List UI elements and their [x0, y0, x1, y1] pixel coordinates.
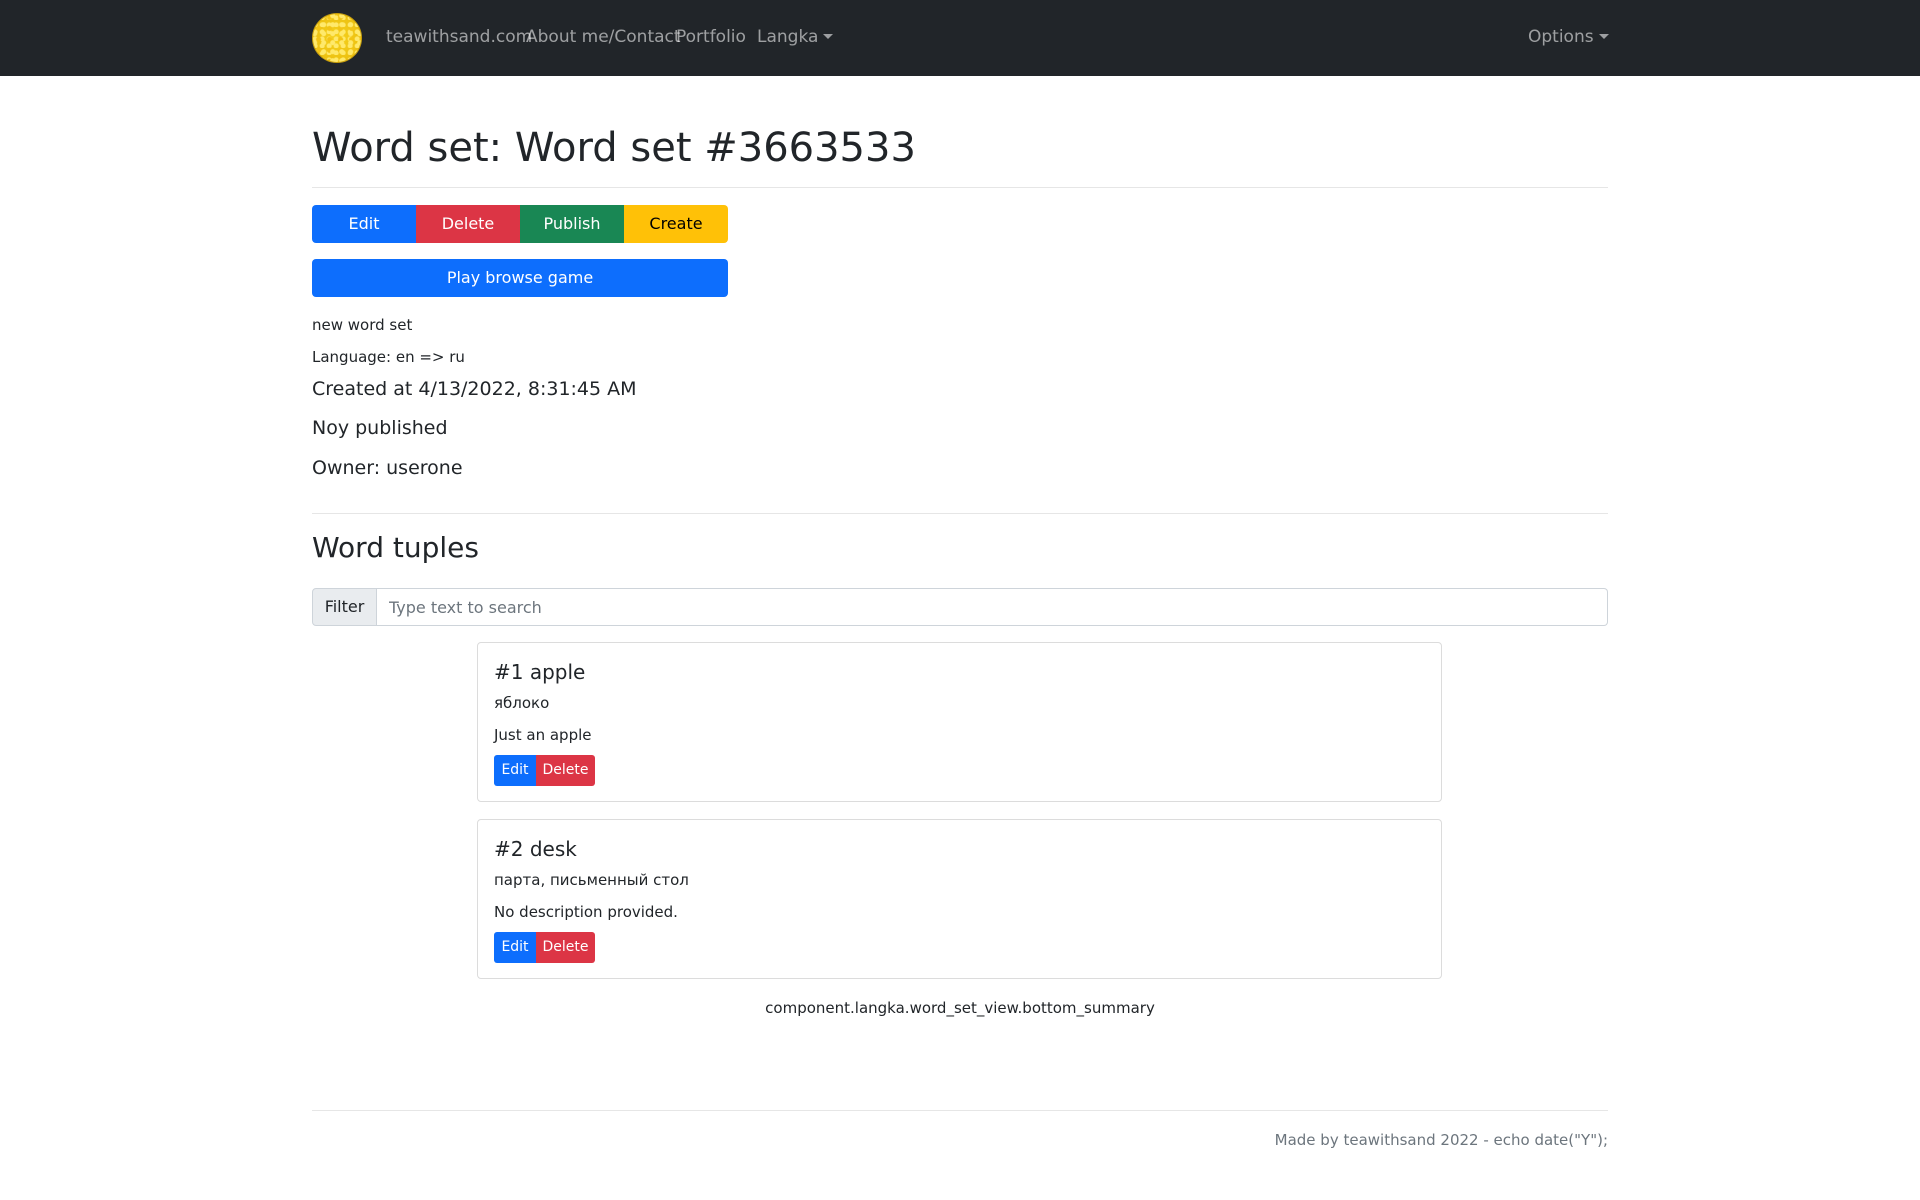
- top-navbar: teawithsand.com About me/Contact Portfol…: [0, 0, 1920, 76]
- word-set-created-at: Created at 4/13/2022, 8:31:45 AM: [312, 378, 637, 400]
- title-divider: [312, 187, 1608, 188]
- caret-down-icon: [1598, 34, 1609, 39]
- word-set-publish-status: Noy published: [312, 417, 448, 439]
- nav-dropdown-options-label: Options: [1528, 27, 1594, 47]
- word-set-owner: Owner: userone: [312, 457, 463, 479]
- word-tuples-heading: Word tuples: [312, 531, 479, 564]
- word-tuple-edit-button[interactable]: Edit: [494, 755, 536, 786]
- footer-divider: [312, 1110, 1608, 1111]
- word-tuple-description: No description provided.: [494, 903, 678, 921]
- nav-link-portfolio[interactable]: Portfolio: [676, 27, 746, 47]
- filter-search-input[interactable]: [377, 588, 1608, 626]
- edit-button[interactable]: Edit: [312, 205, 416, 243]
- word-tuple-edit-button[interactable]: Edit: [494, 932, 536, 963]
- word-tuple-card: #1 apple яблоко Just an apple Edit Delet…: [477, 642, 1442, 802]
- footer-text: Made by teawithsand 2022 - echo date("Y"…: [1274, 1131, 1608, 1149]
- filter-input-group: Filter: [312, 588, 1608, 626]
- word-set-language: Language: en => ru: [312, 348, 465, 366]
- nav-dropdown-langka[interactable]: Langka: [757, 27, 834, 47]
- play-browse-game-button[interactable]: Play browse game: [312, 259, 728, 297]
- word-tuple-delete-button[interactable]: Delete: [536, 755, 595, 786]
- section-divider: [312, 513, 1608, 514]
- publish-button[interactable]: Publish: [520, 205, 624, 243]
- word-tuple-translation: парта, письменный стол: [494, 871, 689, 889]
- word-tuple-card: #2 desk парта, письменный стол No descri…: [477, 819, 1442, 979]
- nav-dropdown-langka-label: Langka: [757, 27, 819, 47]
- page-title: Word set: Word set #3663533: [312, 125, 916, 171]
- word-tuple-translation: яблоко: [494, 694, 550, 712]
- sand-logo-icon[interactable]: [312, 13, 362, 63]
- word-tuple-delete-button[interactable]: Delete: [536, 932, 595, 963]
- create-button[interactable]: Create: [624, 205, 728, 243]
- word-tuple-description: Just an apple: [494, 726, 592, 744]
- word-tuple-title: #1 apple: [494, 660, 586, 684]
- caret-down-icon: [823, 34, 834, 39]
- delete-button[interactable]: Delete: [416, 205, 520, 243]
- nav-link-home[interactable]: teawithsand.com: [386, 27, 532, 47]
- bottom-summary: component.langka.word_set_view.bottom_su…: [765, 999, 1155, 1017]
- nav-dropdown-options[interactable]: Options: [1528, 27, 1609, 47]
- nav-link-about[interactable]: About me/Contact: [526, 27, 681, 47]
- word-tuple-title: #2 desk: [494, 837, 577, 861]
- word-set-description: new word set: [312, 316, 413, 334]
- filter-label: Filter: [312, 588, 377, 626]
